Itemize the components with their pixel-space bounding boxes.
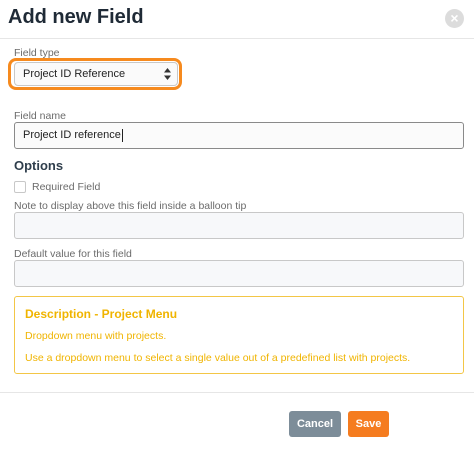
description-line-2: Use a dropdown menu to select a single v… <box>25 352 411 364</box>
field-name-label: Field name <box>14 110 66 122</box>
required-field-checkbox[interactable] <box>14 181 26 193</box>
sort-arrows-icon <box>164 68 171 80</box>
required-field-label: Required Field <box>32 181 101 193</box>
field-name-input[interactable]: Project ID reference <box>14 122 464 149</box>
description-title: Description - Project Menu <box>25 307 178 321</box>
footer-divider <box>0 392 474 393</box>
default-value-label: Default value for this field <box>14 248 132 260</box>
field-type-selected-value: Project ID Reference <box>23 68 126 80</box>
default-value-input[interactable] <box>14 260 464 287</box>
balloon-tip-input[interactable] <box>14 212 464 239</box>
options-heading: Options <box>14 158 64 173</box>
description-line-1: Dropdown menu with projects. <box>25 330 167 342</box>
balloon-tip-label: Note to display above this field inside … <box>14 200 247 212</box>
dialog-header: Add new Field × <box>0 0 474 39</box>
add-field-dialog: Add new Field × Field type Project ID Re… <box>0 0 474 460</box>
field-type-select[interactable]: Project ID Reference <box>14 62 178 86</box>
close-icon[interactable]: × <box>445 9 464 28</box>
save-button[interactable]: Save <box>348 411 389 437</box>
dialog-title: Add new Field <box>8 6 144 28</box>
cancel-button[interactable]: Cancel <box>289 411 341 437</box>
text-caret <box>121 128 123 142</box>
field-name-value: Project ID reference <box>23 129 121 141</box>
description-box: Description - Project Menu Dropdown menu… <box>14 296 464 374</box>
